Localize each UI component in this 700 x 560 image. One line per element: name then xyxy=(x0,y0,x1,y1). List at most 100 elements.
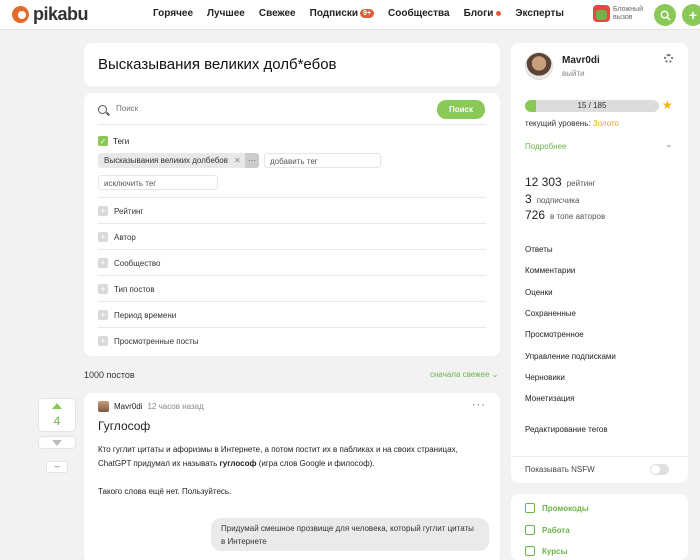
filter-author[interactable]: + Автор xyxy=(98,232,136,242)
chevron-down-icon[interactable]: ⌄ xyxy=(665,139,673,150)
tag-icon xyxy=(525,503,535,513)
vote-box: 4 xyxy=(38,398,76,432)
divider xyxy=(98,249,486,250)
nav-best[interactable]: Лучшее xyxy=(207,8,245,19)
nav-label: Эксперты xyxy=(515,8,564,19)
tag-chip[interactable]: Высказывания великих долбебов ✕ ··· xyxy=(98,153,259,168)
exclude-tag-input[interactable]: исключить тег xyxy=(98,175,218,190)
stat-number: 726 xyxy=(525,208,546,222)
search-input[interactable] xyxy=(116,104,416,113)
plus-icon: + xyxy=(98,310,108,320)
menu-saved[interactable]: Сохраненные xyxy=(525,309,576,318)
filter-period[interactable]: + Период времени xyxy=(98,310,176,320)
author-name: Mavr0di xyxy=(114,402,143,411)
nsfw-row: Показывать NSFW xyxy=(511,456,688,483)
nav-fresh[interactable]: Свежее xyxy=(259,8,296,19)
divider xyxy=(98,301,486,302)
menu-viewed[interactable]: Просмотренное xyxy=(525,330,584,339)
avatar[interactable] xyxy=(525,52,553,80)
challenge-line1: Бложный xyxy=(613,5,643,13)
blog-challenge[interactable]: Бложный вызов xyxy=(593,5,643,22)
filter-post-type[interactable]: + Тип постов xyxy=(98,284,155,294)
post-text-bold: гуглософ xyxy=(219,459,257,468)
filter-community[interactable]: + Сообщество xyxy=(98,258,160,268)
profile-name[interactable]: Mavr0di xyxy=(562,55,600,66)
menu-subscriptions[interactable]: Управление подписками xyxy=(525,352,616,361)
checkbox-icon: ✓ xyxy=(98,136,108,146)
link-promocodes[interactable]: Промокоды xyxy=(525,503,589,513)
filter-label: Тип постов xyxy=(114,284,155,294)
logo[interactable]: pikabu xyxy=(12,4,89,25)
page-title: Высказывания великих долб*ебов xyxy=(98,56,337,73)
nav-hot[interactable]: Горячее xyxy=(153,8,193,19)
sort-dropdown[interactable]: сначала свежее ⌄ xyxy=(430,370,498,379)
chat-bubble: Придумай смешное прозвище для человека, … xyxy=(211,518,489,551)
filter-rating[interactable]: + Рейтинг xyxy=(98,206,143,216)
collapse-button[interactable]: – xyxy=(46,461,68,473)
level-label: текущий уровень: xyxy=(525,119,591,128)
close-icon[interactable]: ✕ xyxy=(234,156,245,165)
header-add-button[interactable]: + xyxy=(682,4,700,26)
stat-top-authors[interactable]: 726 в топе авторов xyxy=(525,208,605,222)
sort-label: сначала свежее xyxy=(430,370,490,379)
link-courses[interactable]: Курсы xyxy=(525,546,567,556)
plus-icon: + xyxy=(98,336,108,346)
menu-comments[interactable]: Комментарии xyxy=(525,266,575,275)
plus-icon: + xyxy=(98,206,108,216)
stat-followers[interactable]: 3 подписчика xyxy=(525,192,579,206)
stat-rating: 12 303 рейтинг xyxy=(525,175,596,189)
upvote-icon[interactable] xyxy=(52,403,62,409)
menu-answers[interactable]: Ответы xyxy=(525,245,553,254)
search-button[interactable]: Поиск xyxy=(437,100,485,119)
stat-label: рейтинг xyxy=(566,179,596,188)
gear-icon[interactable] xyxy=(664,54,673,63)
nav-experts[interactable]: Эксперты xyxy=(515,8,564,19)
challenge-icon xyxy=(593,5,610,22)
nav-communities[interactable]: Сообщества xyxy=(388,8,450,19)
downvote-button[interactable] xyxy=(38,436,76,449)
plus-icon: + xyxy=(98,258,108,268)
post-author[interactable]: Mavr0di 12 часов назад xyxy=(98,401,204,412)
post-title[interactable]: Гуглософ xyxy=(98,419,150,433)
divider xyxy=(98,223,486,224)
tags-toggle[interactable]: ✓ Теги xyxy=(98,136,129,146)
link-jobs[interactable]: Работа xyxy=(525,525,570,535)
stat-number: 3 xyxy=(525,192,532,206)
filter-label: Сообщество xyxy=(114,258,161,268)
tags-label: Теги xyxy=(113,136,130,146)
more-details-link[interactable]: Подробнее xyxy=(525,142,567,151)
posts-count: 1000 постов xyxy=(84,370,135,380)
post-time: 12 часов назад xyxy=(147,402,204,411)
link-label: Промокоды xyxy=(542,503,589,513)
add-tag-input[interactable]: добавить тег xyxy=(264,153,381,168)
logout-link[interactable]: выйти xyxy=(562,69,585,78)
nav-subscriptions[interactable]: Подписки 9+ xyxy=(309,8,375,19)
link-label: Работа xyxy=(542,525,570,535)
divider xyxy=(98,124,486,125)
menu-monetization[interactable]: Монетизация xyxy=(525,394,574,403)
nsfw-toggle[interactable] xyxy=(650,464,669,475)
nav-blogs[interactable]: Блоги xyxy=(464,8,502,19)
menu-drafts[interactable]: Черновики xyxy=(525,373,565,382)
header-search-button[interactable] xyxy=(654,4,676,26)
nav-label: Горячее xyxy=(153,8,194,19)
level-value: Золото xyxy=(592,119,619,128)
filter-label: Период времени xyxy=(114,310,177,320)
more-icon[interactable]: ··· xyxy=(472,399,486,411)
stat-label: подписчика xyxy=(536,196,580,205)
menu-edit-tags[interactable]: Редактирование тегов xyxy=(525,425,608,434)
divider xyxy=(98,197,486,198)
tag-more-button[interactable]: ··· xyxy=(244,153,259,168)
plus-icon: + xyxy=(688,7,698,23)
nav-label: Подписки xyxy=(309,8,359,19)
filter-viewed[interactable]: + Просмотренные посты xyxy=(98,336,198,346)
tag-title-card: Высказывания великих долб*ебов xyxy=(84,43,500,86)
progress-text: 15 / 185 xyxy=(577,101,607,110)
post-card: Mavr0di 12 часов назад ··· Гуглософ Кто … xyxy=(84,393,500,560)
profile-card: Mavr0di выйти 15 / 185 ★ текущий уровень… xyxy=(511,43,688,483)
subscriptions-badge: 9+ xyxy=(360,9,375,18)
link-label: Курсы xyxy=(542,546,568,556)
menu-ratings[interactable]: Оценки xyxy=(525,288,553,297)
pikabu-logo-icon xyxy=(12,6,29,23)
nav-label: Блоги xyxy=(463,8,494,19)
